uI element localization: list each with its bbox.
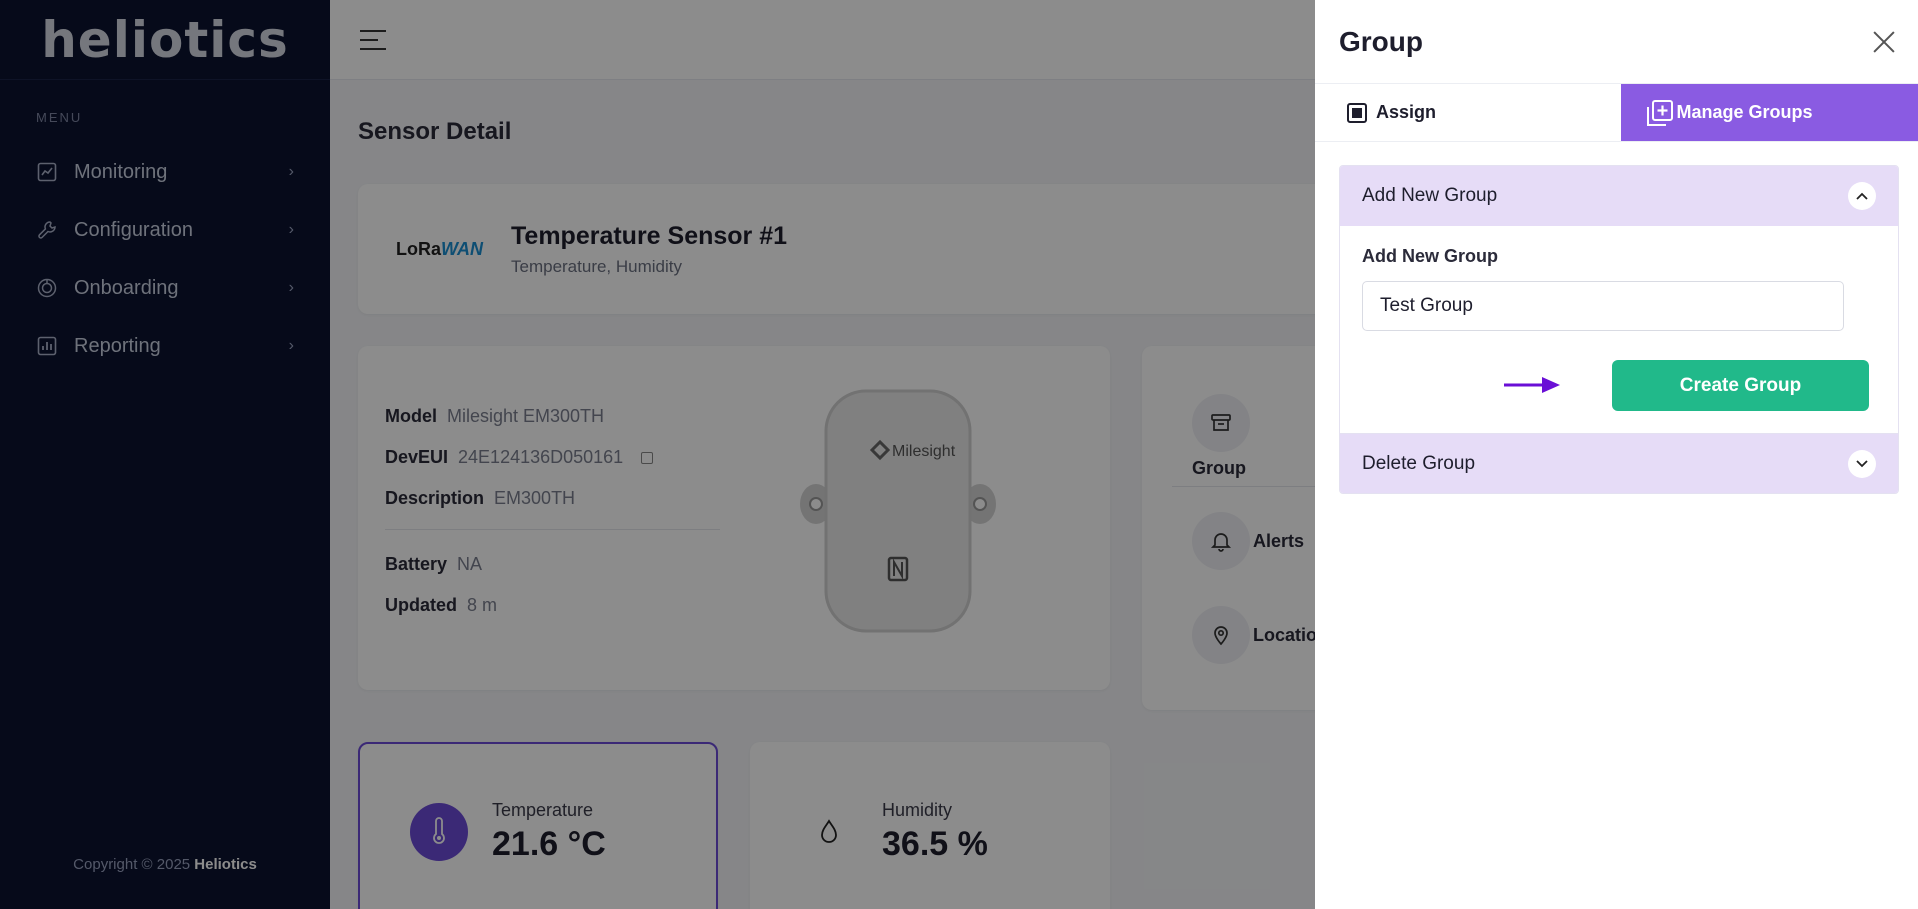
create-group-button[interactable]: Create Group <box>1612 360 1869 411</box>
delete-group-header-label: Delete Group <box>1362 452 1476 474</box>
tab-assign[interactable]: Assign <box>1315 84 1621 141</box>
group-drawer: Group Assign Manage Groups Add New Group… <box>1315 0 1918 909</box>
chevron-down-icon[interactable] <box>1848 449 1876 478</box>
assign-icon <box>1347 102 1367 123</box>
add-group-body: Add New Group Create Group <box>1340 226 1898 433</box>
tab-manage-label: Manage Groups <box>1676 102 1813 122</box>
drawer-header: Group <box>1315 0 1918 84</box>
tab-manage-groups[interactable]: Manage Groups <box>1620 84 1918 141</box>
add-group-header-label: Add New Group <box>1362 185 1498 206</box>
arrow-right-icon <box>1502 374 1562 401</box>
group-accordion: Add New Group Add New Group Create Group… <box>1339 165 1899 494</box>
chevron-up-icon[interactable] <box>1848 182 1876 210</box>
group-name-input[interactable] <box>1362 281 1844 331</box>
close-icon[interactable] <box>1870 28 1898 56</box>
drawer-title: Group <box>1339 25 1423 57</box>
delete-group-header[interactable]: Delete Group <box>1340 433 1898 493</box>
add-group-header[interactable]: Add New Group <box>1340 166 1898 226</box>
tab-assign-label: Assign <box>1376 102 1437 122</box>
add-copy-icon <box>1645 98 1675 128</box>
drawer-tabs: Assign Manage Groups <box>1315 84 1918 142</box>
group-name-label: Add New Group <box>1362 246 1498 266</box>
